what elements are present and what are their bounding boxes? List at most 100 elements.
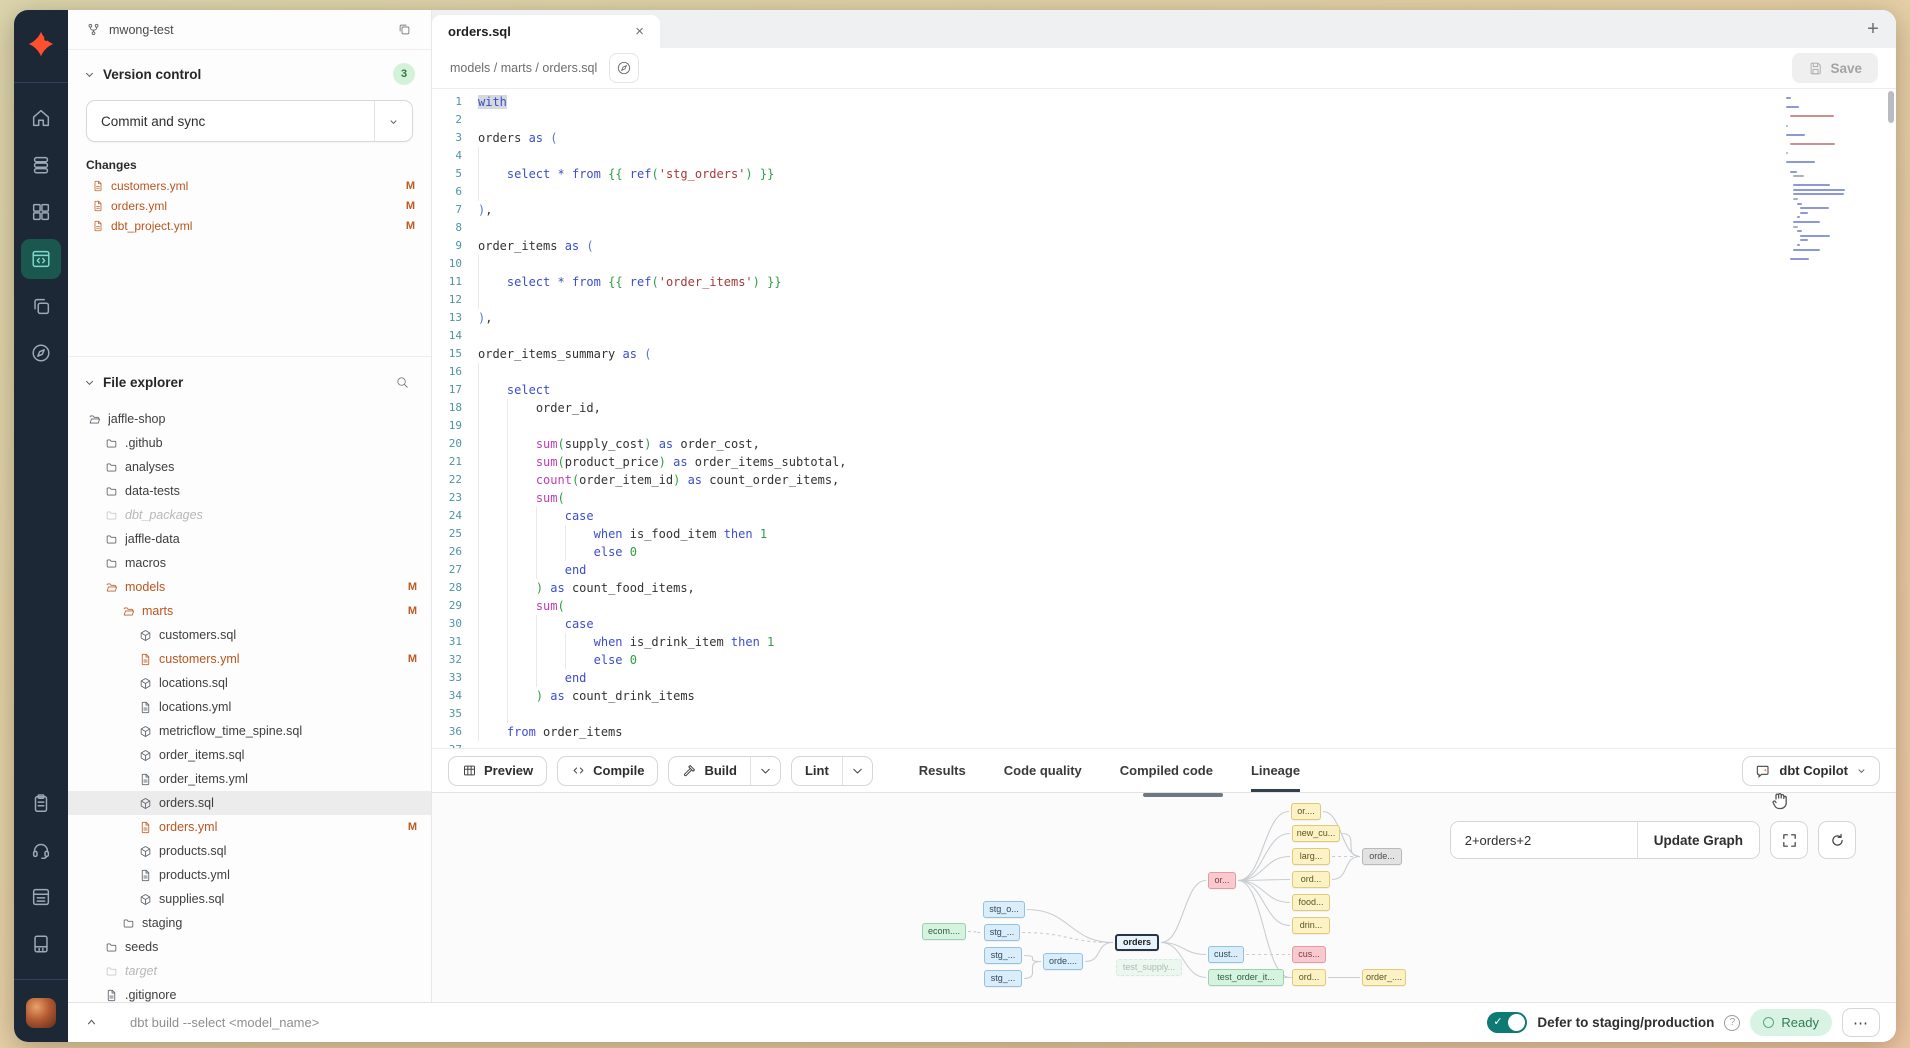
more-options-button[interactable]: ⋯ <box>1842 1008 1880 1037</box>
tree-item-models[interactable]: modelsM <box>68 575 431 599</box>
tree-item-metricflow_time_spine.sql[interactable]: metricflow_time_spine.sql <box>68 719 431 743</box>
code-line-16[interactable]: 16 <box>432 363 1896 381</box>
code-editor[interactable]: 1with23orders as (4 5 select * from {{ r… <box>432 88 1896 748</box>
lineage-node-order_y[interactable]: order_.... <box>1362 969 1406 986</box>
lineage-node-orde_gray[interactable]: orde... <box>1362 848 1402 865</box>
lineage-node-orders[interactable]: orders <box>1115 934 1159 951</box>
orchestration-icon[interactable] <box>21 286 61 326</box>
file-explorer-header[interactable]: File explorer <box>68 357 431 403</box>
code-line-33[interactable]: 33 end <box>432 669 1896 687</box>
lineage-node-drin[interactable]: drin... <box>1292 917 1330 934</box>
code-line-7[interactable]: 7), <box>432 201 1896 219</box>
develop-ide-icon[interactable] <box>21 239 61 279</box>
code-line-21[interactable]: 21 sum(product_price) as order_items_sub… <box>432 453 1896 471</box>
results-tab-lineage[interactable]: Lineage <box>1251 749 1300 792</box>
code-line-17[interactable]: 17 select <box>432 381 1896 399</box>
lineage-node-stg_a[interactable]: stg_... <box>984 924 1020 941</box>
lineage-node-cust[interactable]: cust... <box>1208 946 1244 963</box>
command-placeholder[interactable]: dbt build --select <model_name> <box>130 1015 319 1030</box>
dashboard-grid-icon[interactable] <box>21 192 61 232</box>
code-line-8[interactable]: 8 <box>432 219 1896 237</box>
code-line-24[interactable]: 24 case <box>432 507 1896 525</box>
code-line-25[interactable]: 25 when is_food_item then 1 <box>432 525 1896 543</box>
code-line-19[interactable]: 19 <box>432 417 1896 435</box>
code-line-14[interactable]: 14 <box>432 327 1896 345</box>
save-button[interactable]: Save <box>1792 53 1878 83</box>
tree-item-data-tests[interactable]: data-tests <box>68 479 431 503</box>
tree-item-supplies.sql[interactable]: supplies.sql <box>68 887 431 911</box>
tree-item-macros[interactable]: macros <box>68 551 431 575</box>
code-line-4[interactable]: 4 <box>432 147 1896 165</box>
lineage-node-stg_o[interactable]: stg_o... <box>983 901 1025 918</box>
code-line-35[interactable]: 35 <box>432 705 1896 723</box>
code-line-11[interactable]: 11 select * from {{ ref('order_items') }… <box>432 273 1896 291</box>
close-tab-icon[interactable]: × <box>631 23 648 40</box>
tree-item-.gitignore[interactable]: .gitignore <box>68 983 431 1002</box>
tree-item-locations.yml[interactable]: locations.yml <box>68 695 431 719</box>
changed-file-customers.yml[interactable]: customers.ymlM <box>68 176 431 196</box>
lineage-node-ord_y2[interactable]: ord... <box>1292 969 1326 986</box>
tree-item-target[interactable]: target <box>68 959 431 983</box>
dbt-logo-icon[interactable] <box>21 24 61 64</box>
code-line-23[interactable]: 23 sum( <box>432 489 1896 507</box>
code-line-32[interactable]: 32 else 0 <box>432 651 1896 669</box>
code-line-15[interactable]: 15order_items_summary as ( <box>432 345 1896 363</box>
tree-item-customers.yml[interactable]: customers.ymlM <box>68 647 431 671</box>
expand-command-panel-chevron-icon[interactable] <box>68 1016 114 1029</box>
code-line-3[interactable]: 3orders as ( <box>432 129 1896 147</box>
changed-file-orders.yml[interactable]: orders.ymlM <box>68 196 431 216</box>
tree-item-order_items.yml[interactable]: order_items.yml <box>68 767 431 791</box>
code-line-13[interactable]: 13), <box>432 309 1896 327</box>
results-tab-code-quality[interactable]: Code quality <box>1004 749 1082 792</box>
lint-options-chevron-icon[interactable] <box>842 757 872 785</box>
lineage-node-food[interactable]: food... <box>1292 894 1330 911</box>
results-tab-compiled-code[interactable]: Compiled code <box>1120 749 1213 792</box>
lineage-node-cus_pink[interactable]: cus... <box>1292 946 1326 963</box>
compile-button[interactable]: Compile <box>557 756 658 786</box>
code-line-9[interactable]: 9order_items as ( <box>432 237 1896 255</box>
tree-item-staging[interactable]: staging <box>68 911 431 935</box>
code-line-36[interactable]: 36 from order_items <box>432 723 1896 741</box>
code-line-22[interactable]: 22 count(order_item_id) as count_order_i… <box>432 471 1896 489</box>
help-icon[interactable]: ? <box>1724 1015 1740 1031</box>
duplicate-pages-icon[interactable] <box>391 17 417 43</box>
tree-item-products.yml[interactable]: products.yml <box>68 863 431 887</box>
code-line-10[interactable]: 10 <box>432 255 1896 273</box>
lineage-node-new_cu[interactable]: new_cu... <box>1292 825 1340 842</box>
code-line-1[interactable]: 1with <box>432 93 1896 111</box>
lineage-node-ecom[interactable]: ecom.... <box>922 923 966 940</box>
tree-item-locations.sql[interactable]: locations.sql <box>68 671 431 695</box>
lineage-node-test_oi[interactable]: test_order_it... <box>1208 969 1284 986</box>
tree-item-orders.sql[interactable]: orders.sql <box>68 791 431 815</box>
commit-and-sync-button[interactable]: Commit and sync <box>86 100 413 142</box>
editor-scrollbar[interactable] <box>1886 89 1894 748</box>
notebook-icon[interactable] <box>21 924 61 964</box>
tree-item-jaffle-data[interactable]: jaffle-data <box>68 527 431 551</box>
lineage-node-larg[interactable]: larg... <box>1292 848 1330 865</box>
dbt-copilot-button[interactable]: dbt Copilot <box>1742 756 1880 786</box>
code-line-6[interactable]: 6 <box>432 183 1896 201</box>
open-in-explorer-compass-icon[interactable] <box>609 53 639 83</box>
lineage-selector-input[interactable] <box>1451 822 1637 858</box>
preview-button[interactable]: Preview <box>448 756 547 786</box>
changed-file-dbt_project.yml[interactable]: dbt_project.ymlM <box>68 216 431 236</box>
tree-item-analyses[interactable]: analyses <box>68 455 431 479</box>
tree-item-products.sql[interactable]: products.sql <box>68 839 431 863</box>
build-options-chevron-icon[interactable] <box>750 757 780 785</box>
lineage-node-ord_y1[interactable]: ord... <box>1292 871 1330 888</box>
lineage-node-or_pink[interactable]: or... <box>1208 872 1236 889</box>
tree-item-seeds[interactable]: seeds <box>68 935 431 959</box>
code-line-30[interactable]: 30 case <box>432 615 1896 633</box>
stack-icon[interactable] <box>21 145 61 185</box>
code-line-2[interactable]: 2 <box>432 111 1896 129</box>
new-tab-button[interactable]: + <box>1850 10 1896 48</box>
commit-options-chevron-icon[interactable] <box>374 101 412 141</box>
tree-item-.github[interactable]: .github <box>68 431 431 455</box>
code-line-37[interactable]: 37 <box>432 741 1896 748</box>
tree-item-marts[interactable]: martsM <box>68 599 431 623</box>
results-tab-results[interactable]: Results <box>919 749 966 792</box>
code-line-31[interactable]: 31 when is_drink_item then 1 <box>432 633 1896 651</box>
code-line-20[interactable]: 20 sum(supply_cost) as order_cost, <box>432 435 1896 453</box>
tree-item-customers.sql[interactable]: customers.sql <box>68 623 431 647</box>
lineage-node-stg_c[interactable]: stg_... <box>984 970 1022 987</box>
